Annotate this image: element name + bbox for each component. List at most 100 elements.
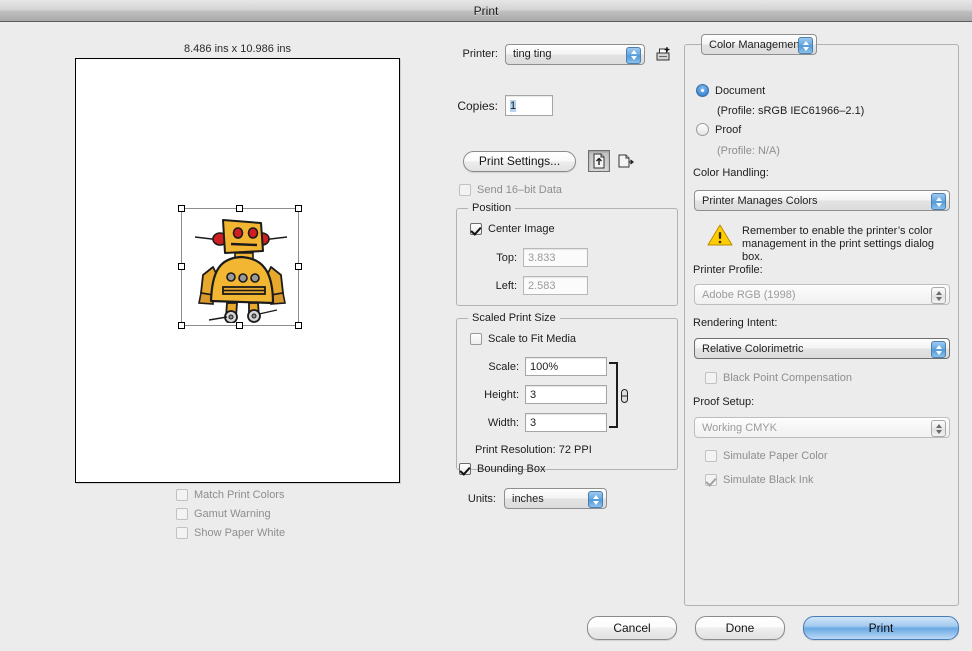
resize-handle-top-center[interactable]	[236, 205, 243, 212]
page-landscape-icon[interactable]	[615, 150, 637, 172]
checkbox-show-paper-white[interactable]: Show Paper White	[176, 524, 396, 542]
width-row: Width: 3	[475, 413, 607, 432]
print-settings-button[interactable]: Print Settings...	[463, 150, 576, 172]
scale-to-fit-media-label: Scale to Fit Media	[488, 333, 577, 345]
checkbox-center-image[interactable]: Center Image	[470, 223, 555, 235]
printer-label: Printer:	[462, 48, 498, 60]
resize-handle-middle-right[interactable]	[295, 263, 302, 270]
top-label: Top:	[496, 251, 517, 264]
proof-radio-icon[interactable]	[696, 123, 709, 136]
printer-profile-value: Adobe RGB (1998)	[702, 288, 796, 301]
checkbox-simulate-paper-color[interactable]: Simulate Paper Color	[705, 450, 828, 462]
print-button[interactable]: Print	[803, 616, 959, 640]
color-management-section-value: Color Management	[709, 38, 803, 51]
printer-row: Printer: ting ting	[450, 43, 680, 65]
width-input[interactable]: 3	[525, 413, 607, 432]
simulate-black-ink-label: Simulate Black Ink	[723, 474, 814, 486]
center-image-checkbox-icon[interactable]	[470, 223, 482, 235]
simulate-paper-color-checkbox-icon[interactable]	[705, 450, 717, 462]
show-paper-white-checkbox-icon[interactable]	[176, 527, 188, 539]
resize-handle-bottom-center[interactable]	[236, 322, 243, 329]
checkbox-match-print-colors[interactable]: Match Print Colors	[176, 486, 396, 504]
left-label: Left:	[495, 279, 517, 292]
dimension-link-bracket	[609, 362, 618, 428]
warning-triangle-icon	[707, 223, 733, 252]
rendering-intent-value: Relative Colorimetric	[702, 342, 804, 355]
checkbox-scale-to-fit-media[interactable]: Scale to Fit Media	[470, 333, 576, 345]
proof-setup-stepper-icon[interactable]	[931, 420, 946, 437]
left-row: Left: 2.583	[481, 276, 588, 295]
color-handling-select[interactable]: Printer Manages Colors	[694, 190, 950, 211]
image-bounding-box[interactable]	[178, 205, 302, 329]
checkbox-gamut-warning[interactable]: Gamut Warning	[176, 505, 396, 523]
left-input[interactable]: 2.583	[523, 276, 588, 295]
print-resolution-label: Print Resolution: 72 PPI	[475, 444, 592, 456]
bounding-box-label: Bounding Box	[477, 463, 546, 475]
scaled-print-size-group: Scaled Print Size Scale to Fit Media Sca…	[456, 312, 678, 470]
chain-link-icon[interactable]	[620, 389, 629, 406]
units-label: Units:	[467, 492, 496, 505]
resize-handle-bottom-left[interactable]	[178, 322, 185, 329]
scale-input[interactable]: 100%	[525, 357, 607, 376]
color-management-section-stepper-icon[interactable]	[798, 37, 813, 54]
rendering-intent-label: Rendering Intent:	[693, 317, 778, 329]
height-input-value: 3	[530, 388, 537, 401]
page-preview[interactable]	[75, 58, 400, 483]
checkbox-black-point-compensation[interactable]: Black Point Compensation	[705, 372, 852, 384]
black-point-compensation-checkbox-icon[interactable]	[705, 372, 717, 384]
units-select[interactable]: inches	[504, 488, 607, 509]
rendering-intent-stepper-icon[interactable]	[931, 341, 946, 358]
scale-to-fit-media-checkbox-icon[interactable]	[470, 333, 482, 345]
send-16bit-data-checkbox-icon[interactable]	[459, 184, 471, 196]
scaled-print-size-group-title: Scaled Print Size	[468, 312, 560, 324]
simulate-paper-color-label: Simulate Paper Color	[723, 450, 828, 462]
printer-profile-stepper-icon[interactable]	[931, 287, 946, 304]
units-row: Units: inches	[456, 488, 607, 509]
match-print-colors-checkbox-icon[interactable]	[176, 489, 188, 501]
left-input-value: 2.583	[528, 279, 556, 292]
proof-profile-label: (Profile: N/A)	[717, 145, 780, 157]
send-16bit-data-label: Send 16–bit Data	[477, 184, 563, 196]
printer-select-value: ting ting	[513, 48, 552, 60]
top-input[interactable]: 3.833	[523, 248, 588, 267]
resize-handle-bottom-right[interactable]	[295, 322, 302, 329]
copies-input[interactable]: 1	[505, 95, 553, 116]
color-management-warning: Remember to enable the printer’s color m…	[707, 223, 952, 264]
yellow-robot-illustration	[194, 219, 288, 323]
gamut-warning-checkbox-icon[interactable]	[176, 508, 188, 520]
scale-input-value: 100%	[530, 360, 559, 373]
color-handling-value: Printer Manages Colors	[702, 194, 818, 207]
checkbox-bounding-box[interactable]: Bounding Box	[459, 463, 546, 475]
radio-proof[interactable]: Proof	[696, 123, 741, 136]
black-point-compensation-label: Black Point Compensation	[723, 372, 853, 384]
resize-handle-middle-left[interactable]	[178, 263, 185, 270]
show-paper-white-label: Show Paper White	[194, 527, 286, 539]
printer-setup-icon[interactable]	[653, 43, 675, 65]
printer-select-stepper-icon[interactable]	[626, 46, 641, 64]
document-radio-icon[interactable]	[696, 84, 709, 97]
proof-setup-label: Proof Setup:	[693, 396, 755, 408]
cancel-button[interactable]: Cancel	[587, 616, 677, 640]
resize-handle-top-right[interactable]	[295, 205, 302, 212]
bounding-box-checkbox-icon[interactable]	[459, 463, 471, 475]
checkbox-send-16bit-data[interactable]: Send 16–bit Data	[459, 184, 562, 196]
preview-dimensions-label: 8.486 ins x 10.986 ins	[183, 43, 292, 55]
radio-document[interactable]: Document	[696, 84, 765, 97]
proof-setup-select[interactable]: Working CMYK	[694, 417, 950, 438]
document-profile-label: (Profile: sRGB IEC61966–2.1)	[717, 105, 865, 117]
units-select-stepper-icon[interactable]	[588, 491, 603, 508]
width-label: Width:	[487, 416, 519, 429]
center-image-label: Center Image	[488, 223, 555, 235]
rendering-intent-select[interactable]: Relative Colorimetric	[694, 338, 950, 359]
page-portrait-icon[interactable]	[588, 150, 610, 172]
color-handling-stepper-icon[interactable]	[931, 193, 946, 210]
printer-profile-select[interactable]: Adobe RGB (1998)	[694, 284, 950, 305]
color-management-section-select[interactable]: Color Management	[701, 34, 817, 55]
done-button[interactable]: Done	[695, 616, 785, 640]
printer-select[interactable]: ting ting	[505, 43, 645, 65]
checkbox-simulate-black-ink[interactable]: Simulate Black Ink	[705, 474, 813, 486]
resize-handle-top-left[interactable]	[178, 205, 185, 212]
simulate-black-ink-checkbox-icon[interactable]	[705, 474, 717, 486]
height-input[interactable]: 3	[525, 385, 607, 404]
gamut-warning-label: Gamut Warning	[194, 508, 271, 520]
